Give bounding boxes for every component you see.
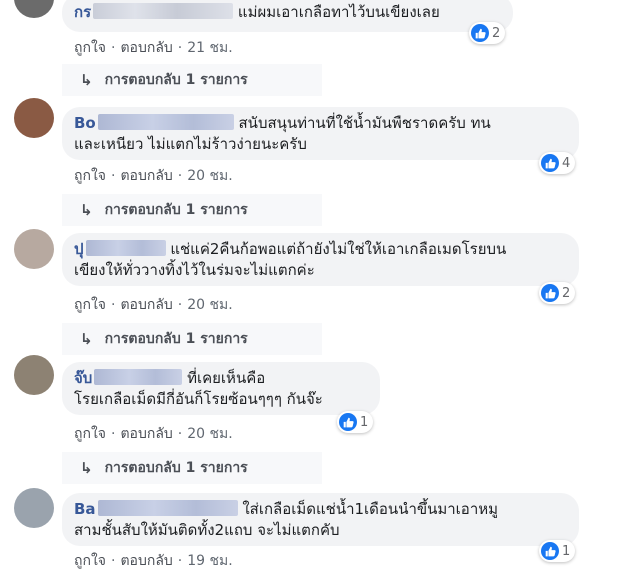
comment-author[interactable]: จ๊บ [74,369,183,387]
reaction-summary[interactable]: 2 [539,282,576,304]
reaction-count: 2 [562,285,571,301]
replies-label: การตอบกลับ 1 รายการ [104,460,248,476]
comment-author[interactable]: Bo [74,114,234,132]
comment-actions: ถูกใจ · ตอบกลับ · 21 ชม. [74,40,233,56]
reaction-count: 4 [562,155,571,171]
reaction-count: 2 [492,25,501,41]
comment-text-line2: สามชั้นสับให้มันติดทั้ง2แถบ จะไม่แตกคับ [74,521,340,539]
replies-label: การตอบกลับ 1 รายการ [104,202,248,218]
like-link[interactable]: ถูกใจ [74,40,106,56]
reaction-summary[interactable]: 1 [539,540,576,562]
reply-arrow-icon: ↳ [80,201,93,219]
reply-link[interactable]: ตอบกลับ [120,40,172,56]
view-replies-button[interactable]: ↳ การตอบกลับ 1 รายการ [62,64,322,96]
thumbs-up-icon [541,284,559,302]
comment-bubble: Ba ใส่เกลือเม็ดแช่น้ำ1เดือนนำขึ้นมาเอาหม… [62,493,579,546]
comment-actions: ถูกใจ · ตอบกลับ · 20 ชม. [74,426,233,442]
comment-bubble: กร แม่ผมเอาเกลือทาไว้บนเขียงเลย [62,0,513,32]
reaction-summary[interactable]: 2 [469,22,506,44]
reply-arrow-icon: ↳ [80,459,93,477]
reaction-count: 1 [562,543,571,559]
comment-author[interactable]: Ba [74,500,238,518]
replies-label: การตอบกลับ 1 รายการ [104,331,248,347]
timestamp[interactable]: 20 ชม. [187,168,232,184]
like-link[interactable]: ถูกใจ [74,168,106,184]
thumbs-up-icon [339,413,357,431]
comment-bubble: ปุ แช่แค่2คืนก้อพอแต่ถ้ายังไม่ใช่ให้เอาเ… [62,233,579,286]
reply-arrow-icon: ↳ [80,71,93,89]
thumbs-up-icon [471,24,489,42]
like-link[interactable]: ถูกใจ [74,297,106,313]
like-link[interactable]: ถูกใจ [74,426,106,442]
comment-text: ใส่เกลือเม็ดแช่น้ำ1เดือนนำขึ้นมาเอาหมู [242,500,499,518]
comment-text: แช่แค่2คืนก้อพอแต่ถ้ายังไม่ใช่ให้เอาเกลื… [170,240,507,258]
avatar[interactable] [14,98,54,138]
reply-link[interactable]: ตอบกลับ [120,168,172,184]
timestamp[interactable]: 20 ชม. [187,297,232,313]
replies-label: การตอบกลับ 1 รายการ [104,72,248,88]
timestamp[interactable]: 21 ชม. [187,40,232,56]
reply-link[interactable]: ตอบกลับ [120,297,172,313]
reply-link[interactable]: ตอบกลับ [120,426,172,442]
timestamp[interactable]: 20 ชม. [187,426,232,442]
avatar[interactable] [14,355,54,395]
avatar[interactable] [14,229,54,269]
view-replies-button[interactable]: ↳ การตอบกลับ 1 รายการ [62,452,322,484]
reaction-summary[interactable]: 1 [337,411,374,433]
reply-arrow-icon: ↳ [80,330,93,348]
comment-text: แม่ผมเอาเกลือทาไว้บนเขียงเลย [237,3,440,21]
comment-author[interactable]: ปุ [74,240,166,258]
comment-text-line2: โรยเกลือเม็ดมีกี่อันก็โรยซ้อนๆๆๆ กันจ๊ะ [74,390,323,408]
comment-actions: ถูกใจ · ตอบกลับ · 20 ชม. [74,168,233,184]
view-replies-button[interactable]: ↳ การตอบกลับ 1 รายการ [62,194,322,226]
thumbs-up-icon [541,154,559,172]
comment-text: สนับสนุนท่านที่ใช้น้ำมันพืชราดครับ ทน [238,114,491,132]
reaction-count: 1 [360,414,369,430]
comment-bubble: Bo สนับสนุนท่านที่ใช้น้ำมันพืชราดครับ ทน… [62,107,579,160]
comment-text-line2: และเหนียว ไม่แตกไม่ร้าวง่ายนะครับ [74,135,307,153]
reaction-summary[interactable]: 4 [539,152,576,174]
comment-bubble: จ๊บ ที่เคยเห็นคือ โรยเกลือเม็ดมีกี่อันก็… [62,362,380,415]
view-replies-button[interactable]: ↳ การตอบกลับ 1 รายการ [62,323,322,355]
thumbs-up-icon [541,542,559,560]
comment-text-line2: เขียงให้ทั่ววางทิ้งไว้ในร่มจะไม่แตกค่ะ [74,261,315,279]
reply-link[interactable]: ตอบกลับ [120,553,172,569]
comment-actions: ถูกใจ · ตอบกลับ · 20 ชม. [74,297,233,313]
timestamp[interactable]: 19 ชม. [187,553,232,569]
comment-text: ที่เคยเห็นคือ [187,369,266,387]
comment-author[interactable]: กร [74,3,234,21]
avatar[interactable] [14,488,54,528]
like-link[interactable]: ถูกใจ [74,553,106,569]
avatar[interactable] [14,0,54,18]
